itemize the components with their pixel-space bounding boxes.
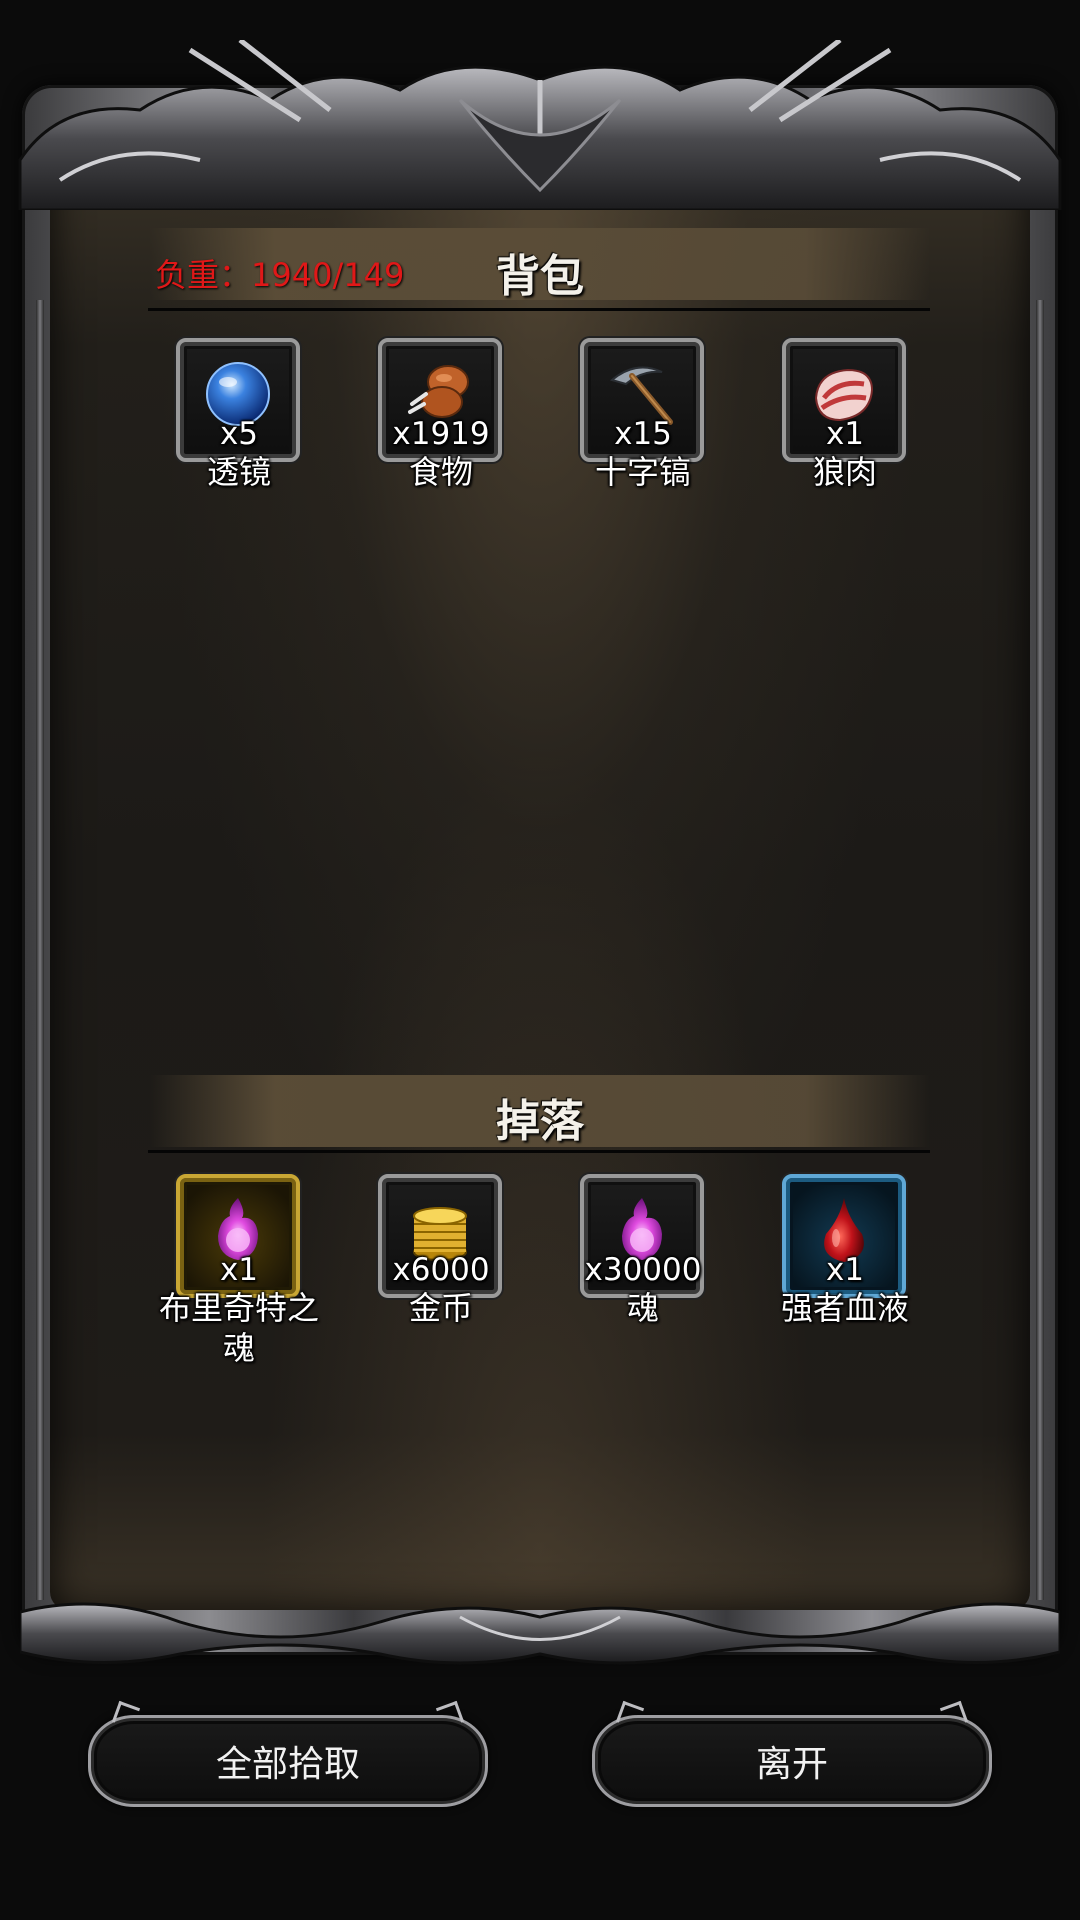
frame-right-rail xyxy=(1036,300,1044,1600)
item-quantity: x1 xyxy=(219,1252,259,1288)
item-name: 魂 xyxy=(626,1289,659,1327)
loot-slot-bridget-soul[interactable]: x1 布里奇特之魂 xyxy=(124,1174,354,1367)
backpack-slot-pickaxe[interactable]: x15 十字镐 xyxy=(528,338,758,508)
frame-left-rail xyxy=(36,300,44,1600)
item-quantity: x5 xyxy=(219,416,259,452)
loot-title: 掉落 xyxy=(496,1096,584,1147)
item-name: 十字镐 xyxy=(594,453,691,491)
loot-slot-soul[interactable]: x30000 魂 xyxy=(528,1174,758,1344)
leave-button[interactable]: 离开 xyxy=(592,1700,992,1807)
pickup-all-button[interactable]: 全部拾取 xyxy=(88,1700,488,1807)
pickup-all-label: 全部拾取 xyxy=(215,1744,360,1785)
backpack-title-divider xyxy=(148,308,930,311)
item-name: 强者血液 xyxy=(780,1289,909,1327)
item-quantity: x6000 xyxy=(392,1252,490,1288)
button-ornament xyxy=(111,1700,141,1730)
item-quantity: x1 xyxy=(825,416,865,452)
item-name: 食物 xyxy=(408,453,473,491)
button-ornament xyxy=(939,1700,969,1730)
item-quantity: x30000 xyxy=(584,1252,702,1288)
backpack-slot-food[interactable]: x1919 食物 xyxy=(326,338,556,508)
item-name: 金币 xyxy=(408,1289,473,1327)
loot-slot-strong-blood[interactable]: x1 强者血液 xyxy=(730,1174,960,1344)
button-ornament xyxy=(435,1700,465,1730)
backpack-slot-wolf-meat[interactable]: x1 狼肉 xyxy=(730,338,960,508)
item-quantity: x15 xyxy=(614,416,672,452)
backpack-slot-lens[interactable]: x5 透镜 xyxy=(124,338,354,508)
loot-slot-gold-coins[interactable]: x6000 金币 xyxy=(326,1174,556,1344)
carry-weight-label: 负重：1940/149 xyxy=(155,256,405,294)
item-quantity: x1919 xyxy=(392,416,490,452)
leave-label: 离开 xyxy=(755,1744,828,1785)
button-ornament xyxy=(615,1700,645,1730)
item-quantity: x1 xyxy=(825,1252,865,1288)
item-name: 狼肉 xyxy=(812,453,877,491)
item-name: 布里奇特之魂 xyxy=(158,1289,319,1367)
loot-title-divider xyxy=(148,1150,930,1153)
item-name: 透镜 xyxy=(206,453,271,491)
